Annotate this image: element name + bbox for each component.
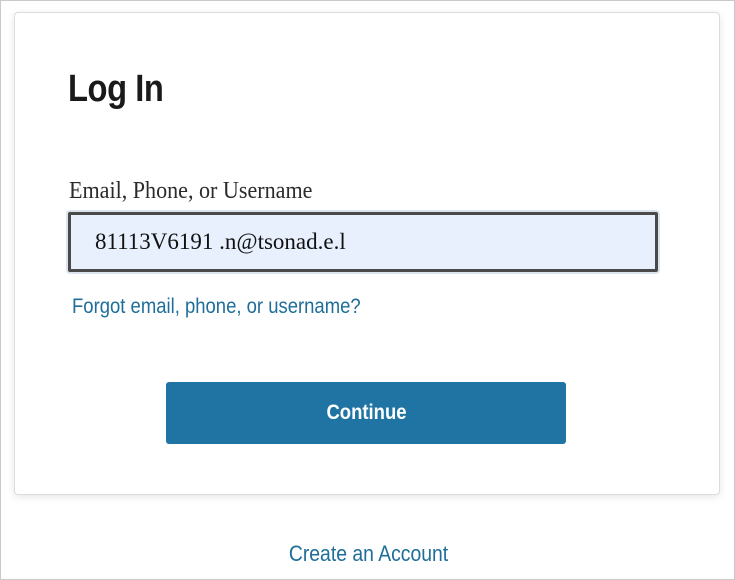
forgot-credentials-link[interactable]: Forgot email, phone, or username? bbox=[72, 294, 361, 320]
create-account-label: Create an Account bbox=[289, 541, 449, 566]
email-phone-username-input[interactable] bbox=[68, 212, 658, 272]
email-phone-username-label: Email, Phone, or Username bbox=[69, 178, 313, 204]
continue-button-label: Continue bbox=[325, 401, 407, 424]
page-title: Log In bbox=[68, 68, 164, 110]
continue-button[interactable]: Continue bbox=[166, 382, 566, 444]
create-account-link[interactable]: Create an Account bbox=[0, 540, 735, 568]
